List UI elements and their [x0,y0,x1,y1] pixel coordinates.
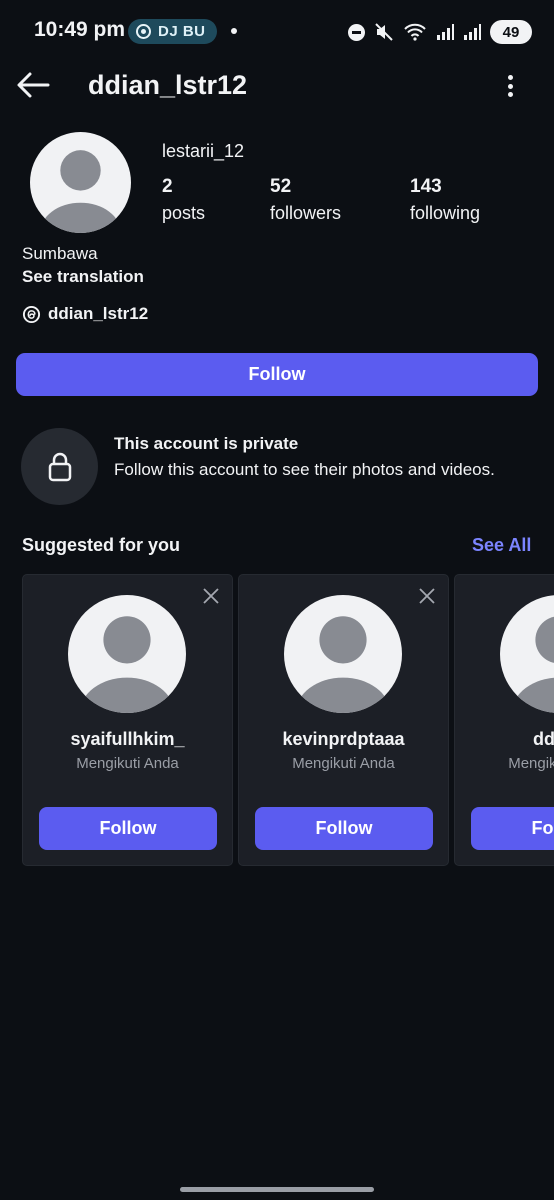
default-avatar-icon [511,616,554,713]
suggestion-card[interactable]: syaifullhkim_ Mengikuti Anda Follow [22,574,233,866]
suggestion-avatar[interactable] [68,595,186,713]
suggestion-subtitle: Mengikuti Anda [508,755,554,772]
suggestion-card[interactable]: ddfhrr Mengikuti Anda Follow [454,574,554,866]
private-lock-badge [21,428,98,505]
see-all-link[interactable]: See All [472,535,531,556]
suggestion-avatar[interactable] [284,595,402,713]
more-options-button[interactable] [500,72,520,100]
suggestion-username[interactable]: kevinprdptaaa [239,729,448,750]
profile-header: ddian_lstr12 [0,62,554,110]
stat-following-count: 143 [410,176,442,197]
suggested-title: Suggested for you [22,535,181,555]
signal-icon [464,24,481,40]
stat-followers-label: followers [270,203,342,223]
dismiss-suggestion-button[interactable] [418,587,436,605]
stat-posts[interactable]: 2 posts [162,176,205,224]
threads-link[interactable]: ddian_lstr12 [22,304,148,324]
suggestion-avatar[interactable] [500,595,554,713]
stat-posts-count: 2 [162,176,173,197]
display-name: lestarii_12 [162,141,245,161]
battery-indicator: 49 [490,20,532,44]
follow-button[interactable]: Follow [16,353,538,396]
signal-icon [437,24,454,40]
lock-icon [48,452,71,481]
threads-icon [22,305,41,323]
dnd-icon [348,23,365,41]
media-disc-icon [136,24,151,39]
stat-followers-count: 52 [270,176,292,197]
stat-following[interactable]: 143 following [410,176,480,224]
suggestion-follow-button[interactable]: Follow [255,807,433,850]
see-translation-link[interactable]: See translation [22,267,144,287]
status-time: 10:49 pm [34,18,126,41]
close-icon [419,588,435,604]
media-chip[interactable]: DJ BU [128,19,217,44]
private-title: This account is private [114,434,299,453]
stat-followers[interactable]: 52 followers [270,176,341,224]
suggestion-subtitle: Mengikuti Anda [292,755,395,772]
suggested-carousel[interactable]: syaifullhkim_ Mengikuti Anda Follow kevi… [22,574,554,866]
default-avatar-icon [40,150,121,233]
system-icons: 49 [348,19,532,45]
stat-posts-label: posts [162,203,206,223]
status-bar: 10:49 pm DJ BU 49 [0,0,554,62]
bio-text: Sumbawa [22,244,98,263]
suggestion-username[interactable]: syaifullhkim_ [23,729,232,750]
stat-following-label: following [410,203,481,223]
close-icon [203,588,219,604]
suggestion-username[interactable]: ddfhrr [455,729,554,750]
default-avatar-icon [295,616,391,713]
suggestion-follow-button[interactable]: Follow [471,807,554,850]
notification-dot [231,28,237,34]
back-button[interactable] [16,70,50,100]
wifi-icon [404,23,426,41]
more-vertical-icon [507,75,513,80]
default-avatar-icon [79,616,175,713]
home-indicator[interactable] [180,1187,374,1192]
back-arrow-icon [17,72,50,98]
media-chip-label: DJ BU [158,23,206,40]
mute-icon [375,23,393,41]
private-description: Follow this account to see their photos … [114,460,495,479]
page-title: ddian_lstr12 [88,70,248,100]
threads-handle: ddian_lstr12 [48,304,149,323]
suggestion-card[interactable]: kevinprdptaaa Mengikuti Anda Follow [238,574,449,866]
dismiss-suggestion-button[interactable] [202,587,220,605]
suggestion-follow-button[interactable]: Follow [39,807,217,850]
profile-avatar[interactable] [30,132,131,233]
suggestion-subtitle: Mengikuti Anda [76,755,179,772]
